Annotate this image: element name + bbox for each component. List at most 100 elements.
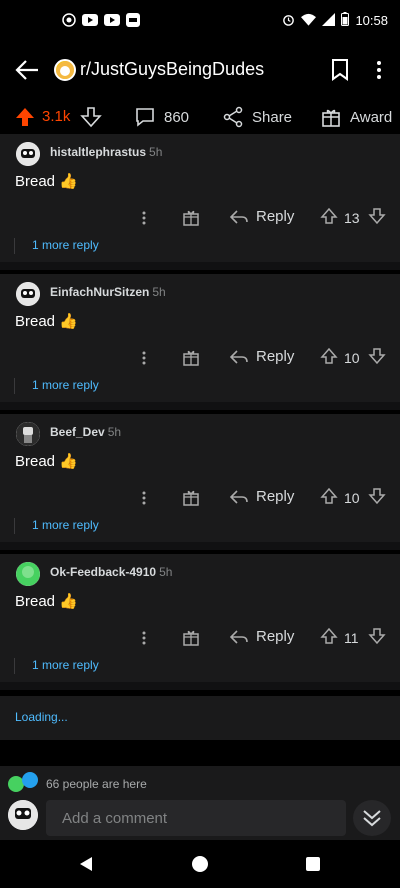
award-button[interactable] bbox=[182, 348, 200, 371]
more-vertical-icon bbox=[142, 631, 146, 645]
loading-more: Loading... bbox=[0, 696, 400, 740]
notification-icons bbox=[62, 13, 140, 27]
double-chevron-down-icon bbox=[363, 810, 381, 827]
status-bar: 10:58 bbox=[0, 0, 400, 40]
save-button[interactable] bbox=[330, 58, 350, 82]
comment-time: 5h bbox=[159, 565, 173, 579]
more-options-button[interactable] bbox=[141, 630, 147, 651]
comment-author[interactable]: histaltlephrastus 5h bbox=[50, 145, 162, 159]
triangle-back-icon bbox=[80, 857, 92, 871]
upvote-button[interactable] bbox=[14, 106, 36, 132]
comment: histaltlephrastus 5h Bread 👍 Reply 13 1 m… bbox=[0, 134, 400, 270]
gift-icon bbox=[183, 210, 199, 226]
upvote-icon bbox=[320, 627, 338, 644]
more-options-button[interactable] bbox=[141, 490, 147, 511]
downvote-button[interactable] bbox=[368, 627, 386, 650]
more-vertical-icon bbox=[142, 211, 146, 225]
more-vertical-icon bbox=[142, 351, 146, 365]
nav-recents-button[interactable] bbox=[306, 857, 320, 871]
gift-icon bbox=[183, 630, 199, 646]
vote-count: 3.1k bbox=[42, 108, 71, 125]
downvote-icon bbox=[368, 628, 386, 645]
thread-line bbox=[14, 378, 15, 394]
comments-button[interactable]: 860 bbox=[134, 106, 189, 128]
reply-icon bbox=[230, 489, 248, 504]
gift-icon bbox=[322, 109, 340, 127]
award-button[interactable]: Award bbox=[320, 106, 392, 128]
award-button[interactable] bbox=[182, 208, 200, 231]
more-options-button[interactable] bbox=[141, 350, 147, 371]
system-navigation-bar bbox=[0, 840, 400, 888]
comment-icon bbox=[136, 108, 154, 127]
more-vertical-icon bbox=[142, 491, 146, 505]
downvote-icon bbox=[80, 107, 102, 128]
comment-composer: 66 people are here bbox=[0, 766, 400, 840]
upvote-button[interactable] bbox=[320, 487, 338, 510]
comment-author[interactable]: EinfachNurSitzen 5h bbox=[50, 285, 166, 299]
bookmark-icon bbox=[332, 59, 348, 81]
wifi-icon bbox=[301, 13, 317, 29]
reply-icon bbox=[230, 349, 248, 364]
upvote-icon bbox=[320, 487, 338, 504]
youtube-icon bbox=[82, 14, 98, 26]
upvote-button[interactable] bbox=[320, 207, 338, 230]
comment-author[interactable]: Ok-Feedback-4910 5h bbox=[50, 565, 172, 579]
reply-button[interactable]: Reply bbox=[230, 208, 294, 225]
more-replies-link[interactable]: 1 more reply bbox=[32, 238, 99, 252]
award-button[interactable] bbox=[182, 488, 200, 511]
collapse-button[interactable] bbox=[353, 800, 391, 836]
more-options-button[interactable] bbox=[141, 210, 147, 231]
comment-score: 13 bbox=[344, 210, 360, 226]
subreddit-avatar[interactable] bbox=[54, 59, 76, 81]
comment-actions: Reply 13 bbox=[0, 204, 400, 232]
my-avatar[interactable] bbox=[8, 800, 38, 830]
downvote-icon bbox=[368, 348, 386, 365]
user-avatar[interactable] bbox=[16, 282, 40, 306]
loading-text: Loading... bbox=[15, 710, 68, 724]
reply-button[interactable]: Reply bbox=[230, 348, 294, 365]
upvote-icon bbox=[16, 108, 34, 126]
signal-icon bbox=[322, 12, 336, 29]
downvote-icon bbox=[368, 488, 386, 505]
downvote-button[interactable] bbox=[368, 487, 386, 510]
reply-button[interactable]: Reply bbox=[230, 488, 294, 505]
comment-actions: Reply 10 bbox=[0, 344, 400, 372]
comment-author[interactable]: Beef_Dev 5h bbox=[50, 425, 121, 439]
downvote-button[interactable] bbox=[80, 106, 102, 132]
user-avatar[interactable] bbox=[16, 422, 40, 446]
share-button[interactable]: Share bbox=[222, 106, 292, 128]
comment-time: 5h bbox=[107, 425, 122, 439]
thread-line bbox=[14, 518, 15, 534]
downvote-icon bbox=[368, 208, 386, 225]
comment-score: 10 bbox=[344, 350, 360, 366]
gift-icon bbox=[183, 350, 199, 366]
more-replies-link[interactable]: 1 more reply bbox=[32, 378, 99, 392]
upvote-button[interactable] bbox=[320, 627, 338, 650]
downvote-button[interactable] bbox=[368, 347, 386, 370]
reply-button[interactable]: Reply bbox=[230, 628, 294, 645]
alarm-icon bbox=[282, 13, 295, 29]
upvote-icon bbox=[320, 207, 338, 224]
app-icon bbox=[126, 13, 140, 27]
upvote-button[interactable] bbox=[320, 347, 338, 370]
arrow-left-icon bbox=[15, 60, 38, 80]
back-button[interactable] bbox=[14, 58, 40, 82]
user-avatar[interactable] bbox=[16, 142, 40, 166]
award-button[interactable] bbox=[182, 628, 200, 651]
downvote-button[interactable] bbox=[368, 207, 386, 230]
thread-line bbox=[14, 238, 15, 254]
subreddit-title[interactable]: r/JustGuysBeingDudes bbox=[80, 59, 264, 80]
comment-body: Bread 👍 bbox=[15, 313, 78, 330]
nav-home-button[interactable] bbox=[192, 856, 208, 872]
clock: 10:58 bbox=[355, 13, 388, 28]
comment-actions: Reply 11 bbox=[0, 624, 400, 652]
nav-back-button[interactable] bbox=[78, 856, 94, 877]
more-replies-link[interactable]: 1 more reply bbox=[32, 518, 99, 532]
user-avatar[interactable] bbox=[16, 562, 40, 586]
post-header: r/JustGuysBeingDudes bbox=[0, 40, 400, 100]
comment-input[interactable] bbox=[46, 800, 346, 836]
comment: Beef_Dev 5h Bread 👍 Reply 10 1 more reply bbox=[0, 414, 400, 550]
target-icon bbox=[62, 13, 76, 27]
more-options-button[interactable] bbox=[372, 58, 386, 82]
more-replies-link[interactable]: 1 more reply bbox=[32, 658, 99, 672]
